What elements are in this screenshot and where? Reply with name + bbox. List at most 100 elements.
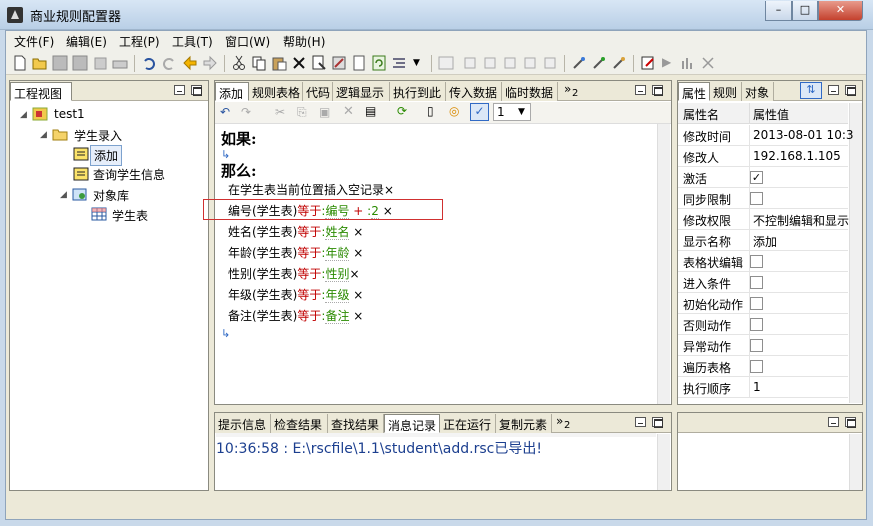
prop-row[interactable]: 遍历表格 xyxy=(678,356,848,377)
wand-check-icon[interactable] xyxy=(591,55,607,71)
tab-rules[interactable]: 规则 xyxy=(710,82,742,101)
tree-node-object-lib[interactable]: 对象库 xyxy=(93,187,129,204)
editor-copy-icon[interactable]: ⎘ xyxy=(297,105,307,120)
then-insert-arrow-icon[interactable]: ↳ xyxy=(221,327,230,340)
prop-row[interactable]: 修改权限 不控制编辑和显示 xyxy=(678,209,849,230)
prop-row[interactable]: 修改人 192.168.1.105 xyxy=(678,146,848,167)
panel-maximize-button[interactable] xyxy=(652,85,663,96)
rule-line[interactable]: 编号(学生表)等于:编号 + :2 × xyxy=(228,202,393,219)
rule-operator[interactable]: 等于 xyxy=(297,246,321,260)
wand-settings-icon[interactable] xyxy=(611,55,627,71)
tree-node-add[interactable]: 添加 xyxy=(90,145,123,166)
action-a5-icon[interactable] xyxy=(542,55,558,71)
redo-icon[interactable] xyxy=(161,55,177,71)
maximize-button[interactable]: □ xyxy=(792,1,818,21)
undo-icon[interactable] xyxy=(141,55,157,71)
delete-icon[interactable] xyxy=(291,55,307,71)
panel-maximize-button[interactable] xyxy=(191,85,202,96)
prop-row[interactable]: 显示名称 添加 xyxy=(678,230,848,251)
panel-minimize-button[interactable] xyxy=(635,85,646,95)
tab-attributes[interactable]: 属性 xyxy=(678,82,710,101)
checkbox[interactable] xyxy=(750,360,763,373)
checkbox-checked[interactable]: ✓ xyxy=(750,171,763,184)
cut-icon[interactable] xyxy=(231,55,247,71)
document-icon[interactable] xyxy=(351,55,367,71)
tab-copy-elements[interactable]: 复制元素 xyxy=(496,414,552,433)
panel-maximize-button[interactable] xyxy=(652,417,663,428)
rule-field[interactable]: 性别(学生表) xyxy=(228,267,297,281)
menu-help[interactable]: 帮助(H) xyxy=(283,33,325,50)
checkbox[interactable] xyxy=(750,192,763,205)
prop-row[interactable]: 否则动作 xyxy=(678,314,848,335)
save-disabled-icon[interactable] xyxy=(52,55,68,71)
action-a4-icon[interactable] xyxy=(522,55,538,71)
rule-extra-value[interactable]: 2 xyxy=(371,204,379,219)
prop-value[interactable]: 1 xyxy=(753,380,761,394)
tab-run-to-here[interactable]: 执行到此 xyxy=(390,82,446,101)
open-icon[interactable] xyxy=(32,55,48,71)
rule-line[interactable]: 年级(学生表)等于:年级 × xyxy=(228,286,363,303)
bars-icon[interactable] xyxy=(680,55,696,71)
prop-row[interactable]: 异常动作 xyxy=(678,335,848,356)
prop-row[interactable]: 激活 ✓ xyxy=(678,167,848,188)
tab-project-view[interactable]: 工程视图 xyxy=(10,82,72,101)
refresh-icon[interactable] xyxy=(371,55,387,71)
prop-row[interactable]: 执行顺序 1 xyxy=(678,377,848,398)
rule-value[interactable]: 年级 xyxy=(325,288,350,303)
tree-expand-arrow[interactable]: ◢ xyxy=(20,110,27,120)
close-button[interactable]: ✕ xyxy=(818,1,863,21)
rule-value[interactable]: 性别 xyxy=(325,267,350,282)
editor-delete-icon[interactable]: ✕ xyxy=(343,104,354,119)
remove-line-icon[interactable]: × xyxy=(349,267,359,281)
rule-field[interactable]: 姓名(学生表) xyxy=(228,225,297,239)
rule-extra-operator[interactable]: + xyxy=(353,204,363,218)
tab-message-log[interactable]: 消息记录 xyxy=(384,414,440,433)
back-arrow-icon[interactable] xyxy=(182,55,198,71)
panel-minimize-button[interactable] xyxy=(828,85,839,95)
editor-properties-icon[interactable]: ▤ xyxy=(365,104,376,118)
tab-code[interactable]: 代码 xyxy=(303,82,333,101)
editor-redo-icon[interactable]: ↷ xyxy=(241,105,251,119)
tree-node-student-table[interactable]: 学生表 xyxy=(112,207,148,224)
tab-rule-table[interactable]: 规则表格 xyxy=(249,82,303,101)
rule-line[interactable]: 姓名(学生表)等于:姓名 × xyxy=(228,223,363,240)
tab-temp-data[interactable]: 临时数据 xyxy=(502,82,558,101)
prop-value[interactable]: 不控制编辑和显示 xyxy=(753,212,849,229)
action-a2-icon[interactable] xyxy=(482,55,498,71)
rule-value[interactable]: 编号 xyxy=(325,204,350,219)
properties-icon[interactable] xyxy=(311,55,327,71)
wand-icon[interactable] xyxy=(571,55,587,71)
tree-node-project[interactable]: test1 xyxy=(54,107,85,121)
prop-value[interactable]: 2013-08-01 10:3 xyxy=(753,128,854,142)
checkbox[interactable] xyxy=(750,339,763,352)
print-icon[interactable] xyxy=(112,55,128,71)
editor-refresh-icon[interactable]: ⟳ xyxy=(397,104,407,118)
editor-paste-icon[interactable]: ▣ xyxy=(319,105,330,119)
edit-icon[interactable] xyxy=(640,55,656,71)
remove-line-icon[interactable]: × xyxy=(384,183,394,197)
auxiliary-scrollbar[interactable] xyxy=(849,434,862,490)
rule-value[interactable]: 姓名 xyxy=(325,225,350,240)
properties-scrollbar[interactable] xyxy=(849,103,862,403)
rule-operator[interactable]: 等于 xyxy=(297,267,321,281)
menu-file[interactable]: 文件(F) xyxy=(14,33,54,50)
rule-line[interactable]: 年龄(学生表)等于:年龄 × xyxy=(228,244,363,261)
tools-icon[interactable] xyxy=(700,55,716,71)
rule-operator[interactable]: 等于 xyxy=(297,309,321,323)
dropdown-arrow-icon[interactable]: ▼ xyxy=(413,58,429,74)
panel-minimize-button[interactable] xyxy=(635,417,646,427)
prop-row[interactable]: 修改时间 2013-08-01 10:3 xyxy=(678,125,854,146)
menu-project[interactable]: 工程(P) xyxy=(119,33,160,50)
rule-operator[interactable]: 等于 xyxy=(297,288,321,302)
prop-row[interactable]: 初始化动作 xyxy=(678,293,848,314)
tab-input-data[interactable]: 传入数据 xyxy=(446,82,502,101)
checkbox[interactable] xyxy=(750,276,763,289)
panel-maximize-button[interactable] xyxy=(845,417,856,428)
checkbox[interactable] xyxy=(750,318,763,331)
tree-node-student-entry[interactable]: 学生录入 xyxy=(74,127,122,144)
zoom-select[interactable]: 1 ▼ xyxy=(493,103,531,121)
rule-field[interactable]: 年龄(学生表) xyxy=(228,246,297,260)
prop-value[interactable]: 192.168.1.105 xyxy=(753,149,841,163)
tab-add[interactable]: 添加 xyxy=(215,82,249,101)
remove-line-icon[interactable]: × xyxy=(353,246,363,260)
